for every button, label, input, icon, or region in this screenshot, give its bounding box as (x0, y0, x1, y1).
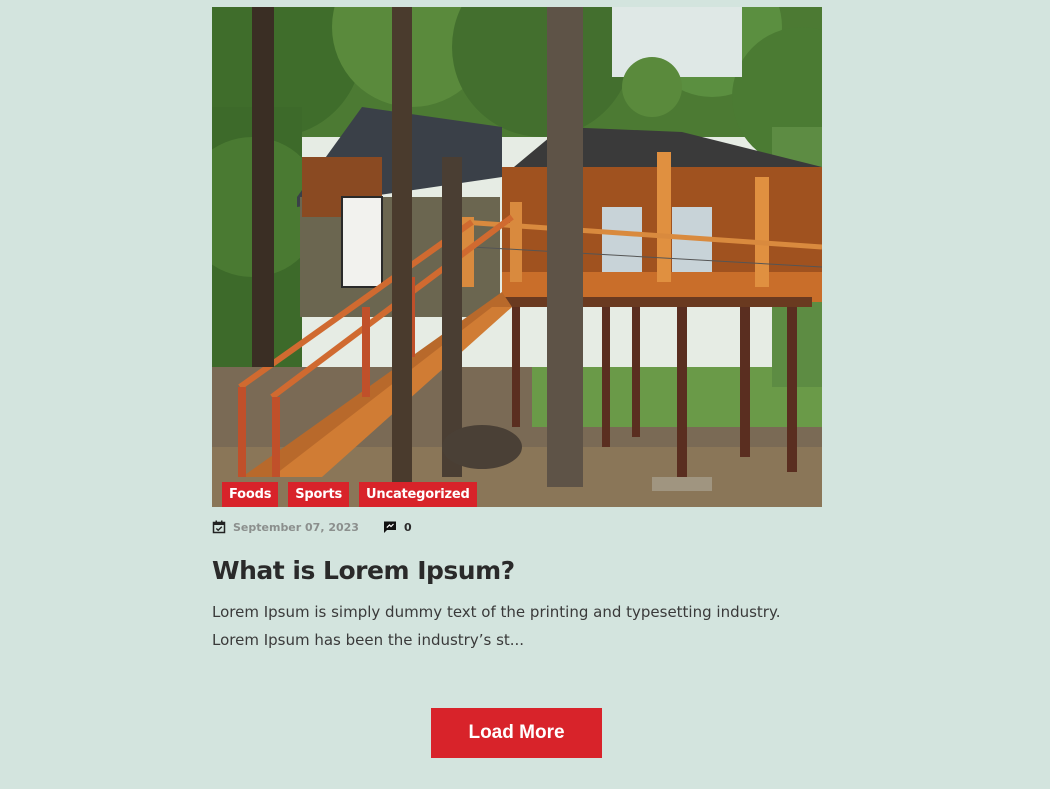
post-date[interactable]: September 07, 2023 (212, 520, 359, 534)
page: Foods Sports Uncategorized September 07,… (0, 0, 1050, 789)
category-tag-uncategorized[interactable]: Uncategorized (359, 482, 477, 507)
category-tags: Foods Sports Uncategorized (222, 482, 477, 507)
calendar-check-icon (212, 520, 226, 534)
post-comments[interactable]: 0 (383, 520, 412, 534)
category-tag-sports[interactable]: Sports (288, 482, 350, 507)
post-date-text: September 07, 2023 (233, 520, 359, 534)
comment-icon (383, 521, 396, 533)
post-comments-count: 0 (403, 520, 412, 534)
post-excerpt: Lorem Ipsum is simply dummy text of the … (212, 603, 781, 649)
load-more-button[interactable]: Load More (431, 708, 602, 758)
category-tag-foods[interactable]: Foods (222, 482, 279, 507)
post-meta: September 07, 2023 0 (212, 519, 822, 535)
treehouse-photo (212, 7, 822, 507)
featured-image[interactable]: Foods Sports Uncategorized (212, 7, 822, 507)
post-title[interactable]: What is Lorem Ipsum? (212, 556, 822, 586)
post-card: Foods Sports Uncategorized September 07,… (212, 7, 822, 654)
